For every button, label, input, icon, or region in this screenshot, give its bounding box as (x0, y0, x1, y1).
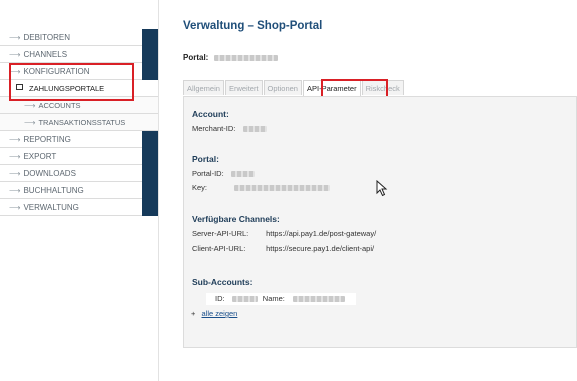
plus-icon: + (191, 309, 196, 318)
arrow-right-icon: ⟶ (9, 169, 21, 178)
konfiguration-highlight (9, 63, 134, 101)
sub-account-id-label: ID: (215, 294, 225, 303)
sidebar-item-label: TRANSAKTIONSSTATUS (38, 118, 126, 127)
arrow-right-icon: ⟶ (24, 101, 36, 110)
sidebar-accent-bar (142, 165, 158, 182)
sidebar-accent-bar (142, 29, 158, 46)
sidebar-nav: ⟶ DEBITOREN ⟶ CHANNELS ⟶ KONFIGURATION ZAHLUNG… (0, 29, 158, 216)
server-api-url: https://api.pay1.de/post-gateway/ (266, 229, 377, 238)
show-all-link[interactable]: alle zeigen (201, 309, 237, 318)
arrow-right-icon: ⟶ (9, 33, 21, 42)
sidebar-item-downloads[interactable]: ⟶ DOWNLOADS (0, 165, 158, 182)
arrow-right-icon: ⟶ (9, 152, 21, 161)
portal-label: Portal: (183, 53, 209, 62)
mouse-cursor-icon (376, 180, 388, 197)
sidebar-item-label: DOWNLOADS (23, 169, 76, 178)
merchant-id-label: Merchant-ID: (192, 124, 236, 133)
sidebar-item-reporting[interactable]: ⟶ REPORTING (0, 131, 158, 148)
portal-id-label: Portal-ID: (192, 169, 224, 178)
client-api-label: Client-API-URL: (192, 244, 246, 253)
api-parameter-panel: Account: Merchant-ID: Portal: Portal-ID:… (183, 96, 577, 348)
client-api-row: Client-API-URL: https://secure.pay1.de/c… (192, 244, 374, 253)
sub-accounts-heading: Sub-Accounts: (192, 277, 253, 287)
channels-heading: Verfügbare Channels: (192, 214, 280, 224)
arrow-right-icon: ⟶ (9, 50, 21, 59)
arrow-right-icon: ⟶ (24, 118, 36, 127)
sub-account-name-label: Name: (262, 294, 285, 303)
sidebar-item-label: DEBITOREN (23, 33, 70, 42)
key-label: Key: (192, 183, 208, 192)
portal-line: Portal: (183, 53, 278, 62)
sidebar-accent-bar (142, 199, 158, 216)
sidebar-accent-bar (142, 131, 158, 148)
redacted-sub-id (231, 296, 258, 302)
redacted-portal-id (230, 171, 255, 177)
page-title: Verwaltung – Shop-Portal (183, 20, 323, 32)
sidebar-item-label: BUCHHALTUNG (23, 186, 84, 195)
merchant-id-row: Merchant-ID: (192, 124, 268, 133)
redacted-key (234, 185, 331, 191)
sidebar-item-label: ACCOUNTS (38, 101, 81, 110)
sidebar-item-channels[interactable]: ⟶ CHANNELS (0, 46, 158, 63)
show-all-row: + alle zeigen (191, 309, 237, 318)
tab-erweitert[interactable]: Erweitert (224, 80, 263, 95)
key-row: Key: (192, 183, 331, 192)
redacted-merchant-id (243, 126, 268, 132)
sidebar-item-label: REPORTING (23, 135, 71, 144)
tab-allgemein[interactable]: Allgemein (183, 80, 224, 95)
sidebar-item-label: VERWALTUNG (23, 203, 79, 212)
client-api-url: https://secure.pay1.de/client-api/ (266, 244, 375, 253)
server-api-row: Server-API-URL: https://api.pay1.de/post… (192, 229, 376, 238)
arrow-right-icon: ⟶ (9, 135, 21, 144)
sidebar: ⟶ DEBITOREN ⟶ CHANNELS ⟶ KONFIGURATION ZAHLUNG… (0, 0, 159, 381)
sidebar-item-export[interactable]: ⟶ EXPORT (0, 148, 158, 165)
portal-id-row: Portal-ID: (192, 169, 255, 178)
redacted-sub-name (292, 296, 345, 302)
sidebar-item-label: CHANNELS (23, 50, 68, 59)
server-api-label: Server-API-URL: (192, 229, 249, 238)
sidebar-item-debitoren[interactable]: ⟶ DEBITOREN (0, 29, 158, 46)
sidebar-accent-bar (142, 148, 158, 165)
sidebar-item-label: EXPORT (23, 152, 57, 161)
arrow-right-icon: ⟶ (9, 186, 21, 195)
sub-account-row: ID: Name: (206, 293, 356, 305)
sidebar-accent-bar (142, 182, 158, 199)
redacted-portal-name (213, 55, 278, 61)
sidebar-accent-bar (142, 63, 158, 80)
portal-heading: Portal: (192, 154, 219, 164)
tab-optionen[interactable]: Optionen (263, 80, 302, 95)
sidebar-accent-bar (142, 46, 158, 63)
sidebar-item-buchhaltung[interactable]: ⟶ BUCHHALTUNG (0, 182, 158, 199)
sidebar-item-verwaltung[interactable]: ⟶ VERWALTUNG (0, 199, 158, 216)
arrow-right-icon: ⟶ (9, 203, 21, 212)
sidebar-item-transaktionsstatus[interactable]: ⟶ TRANSAKTIONSSTATUS (0, 114, 158, 131)
account-heading: Account: (192, 109, 229, 119)
